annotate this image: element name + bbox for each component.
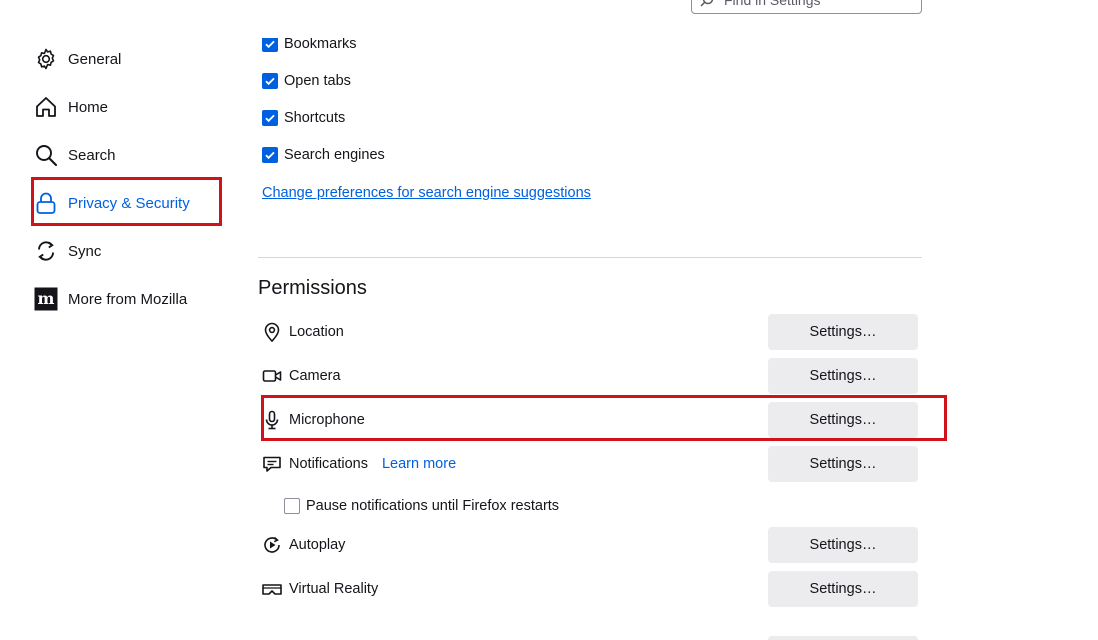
checkbox-label: Open tabs (284, 73, 351, 89)
sidebar-item-sync[interactable]: Sync (34, 236, 101, 266)
permission-label: Autoplay (289, 537, 346, 553)
permission-row-virtual-reality: Virtual Reality Settings… (261, 571, 918, 607)
section-divider (258, 257, 922, 258)
search-icon (34, 143, 58, 167)
permission-row-notifications: Notifications Learn more Settings… (261, 446, 918, 482)
notifications-icon (261, 453, 283, 475)
next-settings-button-partial[interactable] (768, 636, 918, 640)
checkbox-search-engines-row[interactable]: Search engines (262, 145, 385, 165)
camera-icon (261, 365, 283, 387)
sidebar-item-label: Home (68, 98, 109, 116)
permission-label: Location (289, 324, 344, 340)
change-search-suggestions-link[interactable]: Change preferences for search engine sug… (262, 185, 591, 201)
sidebar-item-general[interactable]: General (34, 44, 121, 74)
permission-row-location: Location Settings… (261, 314, 918, 350)
permission-label: Microphone (289, 412, 365, 428)
search-placeholder: Find in Settings (724, 0, 821, 8)
home-icon (34, 95, 58, 119)
permission-label: Notifications (289, 456, 368, 472)
checkbox-label: Search engines (284, 147, 385, 163)
svg-text:m: m (38, 289, 55, 308)
search-icon (700, 0, 714, 7)
sidebar-item-label: Privacy & Security (68, 194, 190, 212)
sidebar-item-search[interactable]: Search (34, 140, 116, 170)
sidebar-item-more-from-mozilla[interactable]: m More from Mozilla (34, 284, 187, 314)
checkbox-open-tabs-row[interactable]: Open tabs (262, 71, 351, 91)
permission-label: Virtual Reality (289, 581, 379, 597)
notifications-settings-button[interactable]: Settings… (768, 446, 918, 482)
sidebar-item-label: Search (68, 146, 116, 164)
sidebar-item-label: More from Mozilla (68, 290, 188, 308)
checkbox-bookmarks[interactable] (262, 36, 278, 52)
pause-notifications-checkbox[interactable] (284, 498, 300, 514)
sidebar-item-home[interactable]: Home (34, 92, 108, 122)
autoplay-icon (261, 534, 283, 556)
sidebar-item-label: General (68, 50, 122, 68)
permission-row-microphone: Microphone Settings… (261, 402, 918, 438)
checkbox-label: Pause notifications until Firefox restar… (306, 498, 560, 514)
checkbox-label: Bookmarks (284, 36, 357, 52)
permission-row-autoplay: Autoplay Settings… (261, 527, 918, 563)
mozilla-icon: m (34, 287, 58, 311)
gear-icon (34, 47, 58, 71)
sidebar-item-privacy-security[interactable]: Privacy & Security (34, 188, 190, 218)
permission-row-camera: Camera Settings… (261, 358, 918, 394)
virtual-reality-settings-button[interactable]: Settings… (768, 571, 918, 607)
clip-mask (255, 0, 375, 38)
checkbox-label: Shortcuts (284, 110, 346, 126)
checkbox-shortcuts-row[interactable]: Shortcuts (262, 108, 345, 128)
permissions-title: Permissions (258, 277, 367, 299)
settings-page: Find in Settings General Home Search Pri… (0, 0, 1098, 640)
lock-icon (34, 191, 58, 215)
autoplay-settings-button[interactable]: Settings… (768, 527, 918, 563)
pause-notifications-row[interactable]: Pause notifications until Firefox restar… (284, 496, 559, 516)
checkbox-open-tabs[interactable] (262, 73, 278, 89)
sidebar-item-label: Sync (68, 242, 102, 260)
vr-icon (261, 578, 283, 600)
checkbox-shortcuts[interactable] (262, 110, 278, 126)
search-input[interactable]: Find in Settings (691, 0, 922, 14)
location-settings-button[interactable]: Settings… (768, 314, 918, 350)
microphone-settings-button[interactable]: Settings… (768, 402, 918, 438)
sync-icon (34, 239, 58, 263)
notifications-learn-more-link[interactable]: Learn more (382, 456, 456, 472)
microphone-icon (261, 409, 283, 431)
permission-label: Camera (289, 368, 341, 384)
location-icon (261, 321, 283, 343)
checkbox-search-engines[interactable] (262, 147, 278, 163)
camera-settings-button[interactable]: Settings… (768, 358, 918, 394)
